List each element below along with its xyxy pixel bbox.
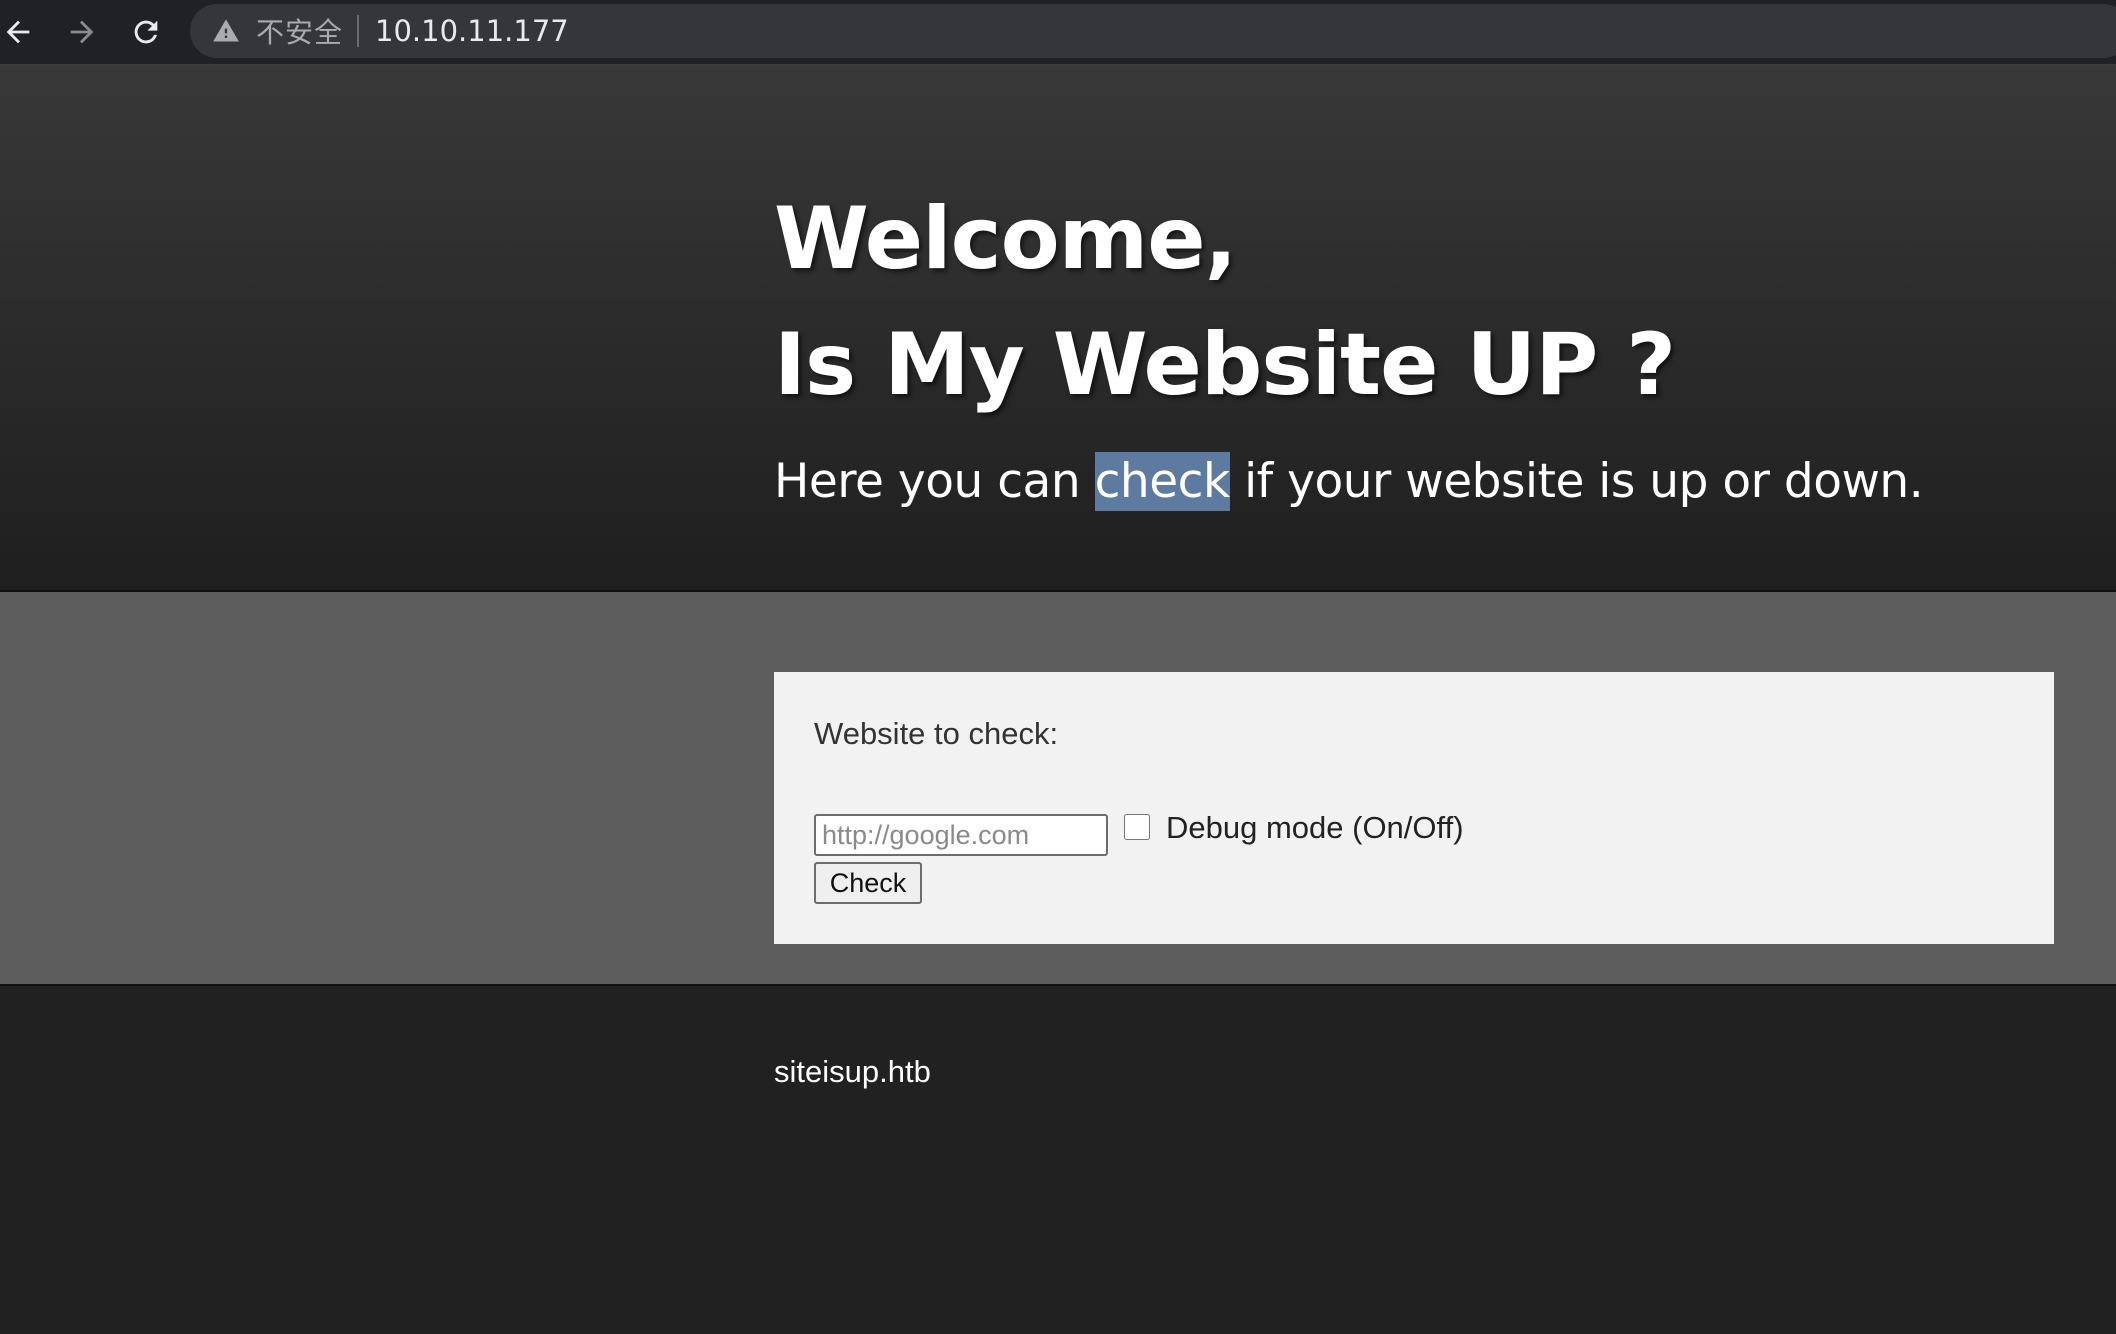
address-bar[interactable]: 不安全 10.10.11.177 (190, 4, 2116, 58)
arrow-right-icon (70, 20, 94, 44)
check-form: Website to check: Debug mode (On/Off) Ch… (774, 672, 2054, 944)
footer: siteisup.htb (0, 986, 2116, 1334)
hero-subtitle: Here you can check if your website is up… (774, 446, 1924, 518)
hero-content: Welcome, Is My Website UP ? Here you can… (774, 176, 1924, 518)
website-url-input[interactable] (814, 814, 1108, 856)
footer-domain: siteisup.htb (774, 1054, 931, 1089)
subtitle-text-before: Here you can (774, 454, 1095, 509)
back-button[interactable] (0, 4, 50, 60)
reload-icon (134, 20, 158, 44)
check-section: Website to check: Debug mode (On/Off) Ch… (0, 592, 2116, 986)
arrow-left-icon (6, 20, 30, 44)
website-label: Website to check: (814, 716, 1059, 751)
warning-triangle-icon[interactable] (212, 17, 240, 45)
security-status-label[interactable]: 不安全 (256, 11, 343, 51)
debug-mode-label[interactable]: Debug mode (On/Off) (1166, 810, 1464, 846)
browser-toolbar: 不安全 10.10.11.177 (0, 0, 2116, 64)
omnibox-divider (357, 15, 360, 47)
hero-section: Welcome, Is My Website UP ? Here you can… (0, 66, 2116, 592)
page-title: Is My Website UP ? (774, 315, 1676, 415)
welcome-heading: Welcome, (774, 189, 1237, 289)
subtitle-text-after: if your website is up or down. (1229, 454, 1924, 509)
selected-text: check (1094, 452, 1230, 511)
check-button[interactable]: Check (814, 862, 922, 904)
debug-mode-checkbox[interactable] (1124, 814, 1150, 840)
url-text[interactable]: 10.10.11.177 (375, 14, 569, 48)
forward-button[interactable] (50, 4, 114, 60)
reload-button[interactable] (114, 4, 178, 60)
